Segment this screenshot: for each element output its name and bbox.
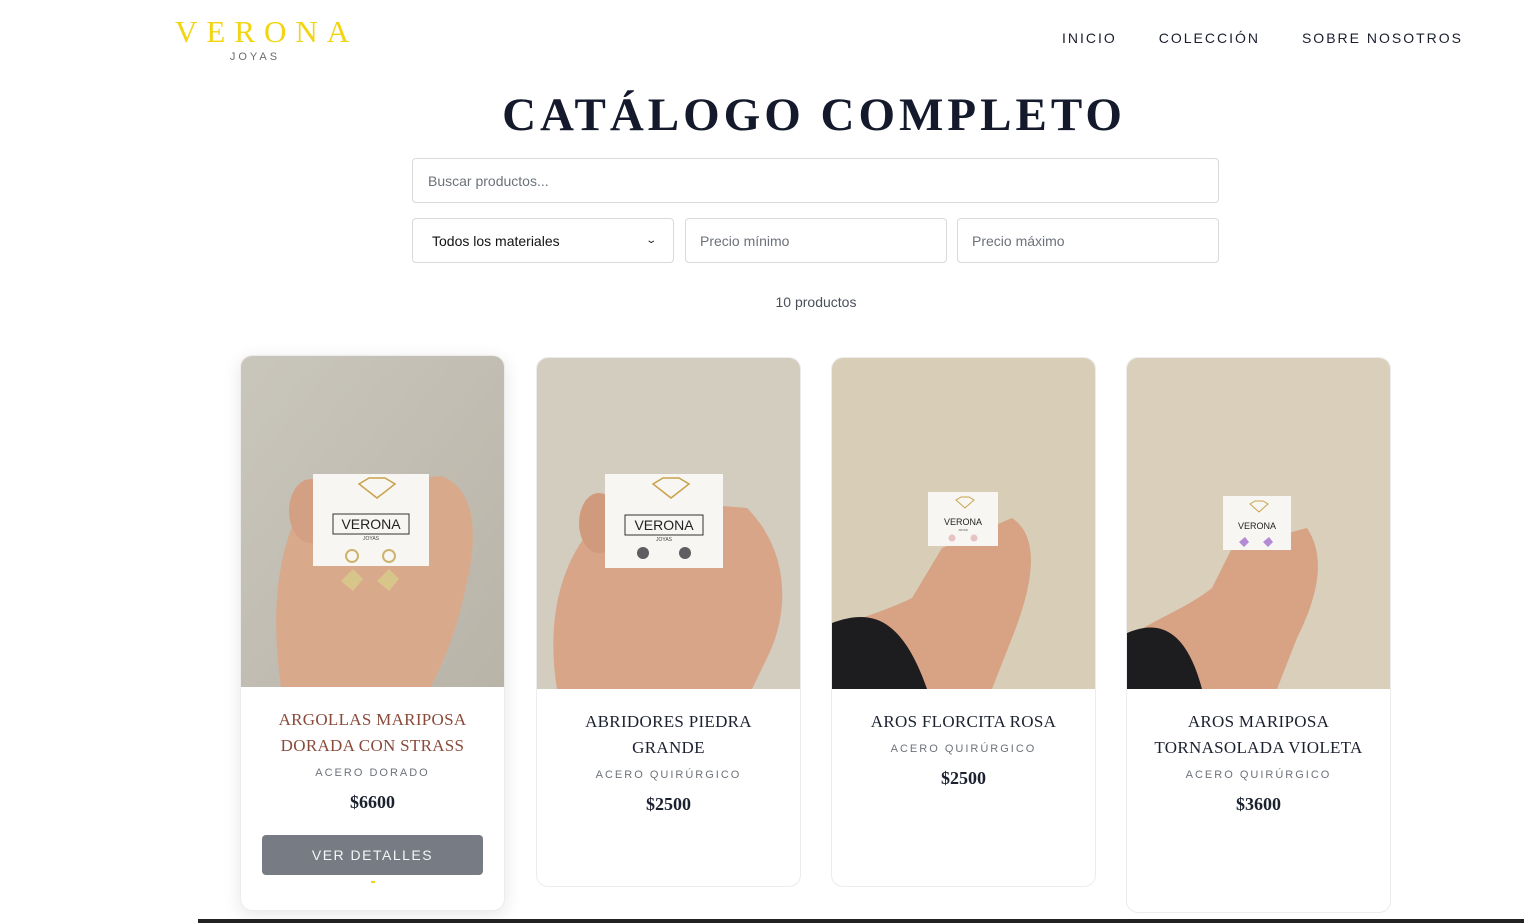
product-material: ACERO DORADO [315,767,430,779]
product-card[interactable]: VERONA JOYAS ABRIDORES PIEDRA GRANDE ACE… [536,357,801,887]
product-image[interactable]: VERONA JOYAS [832,358,1095,689]
product-material: ACERO QUIRÚRGICO [595,769,742,781]
product-material: ACERO QUIRÚRGICO [890,743,1037,755]
product-name[interactable]: AROS FLORCITA ROSA [852,709,1075,735]
view-details-button[interactable]: VER DETALLES [262,835,483,875]
nav-link-sobre-nosotros[interactable]: SOBRE NOSOTROS [1302,30,1463,46]
product-count: 10 productos [775,294,857,310]
product-name[interactable]: ARGOLLAS MARIPOSA DORADA CON STRASS [261,707,484,759]
material-select-value: Todos los materiales [432,232,560,249]
product-material: ACERO QUIRÚRGICO [1185,769,1332,781]
product-card[interactable]: VERONA AROS MARIPOSA TORNASOLADA VIOLETA… [1126,357,1391,913]
packaging-tagline-text: JOYAS [363,536,380,542]
product-card[interactable]: VERONA JOYAS AROS FLORCITA ROSA ACERO QU… [831,357,1096,887]
packaging-brand-text: VERONA [634,517,694,533]
main-nav: INICIO COLECCIÓN SOBRE NOSOTROS [1062,30,1463,46]
nav-link-coleccion[interactable]: COLECCIÓN [1159,30,1260,46]
product-price: $3600 [1236,794,1281,814]
accent-mark [370,881,375,883]
search-input[interactable] [412,158,1219,203]
packaging-brand-text: VERONA [341,516,401,532]
product-price: $2500 [941,768,986,788]
price-min-input[interactable] [685,218,947,263]
chevron-down-icon: ⌄ [644,235,657,246]
product-name[interactable]: ABRIDORES PIEDRA GRANDE [557,709,780,761]
product-price: $2500 [646,794,691,814]
product-name[interactable]: AROS MARIPOSA TORNASOLADA VIOLETA [1147,709,1370,761]
nav-link-inicio[interactable]: INICIO [1062,30,1117,46]
horizontal-scrollbar[interactable] [198,919,1524,923]
product-image[interactable]: VERONA JOYAS [241,356,504,687]
packaging-brand-text: VERONA [944,517,982,527]
product-image[interactable]: VERONA [1127,358,1390,689]
product-price: $6600 [350,792,395,812]
packaging-tagline-text: JOYAS [656,537,673,543]
logo-tagline: JOYAS [229,51,281,63]
logo-wordmark: VERONA [175,14,359,49]
price-max-input[interactable] [957,218,1219,263]
brand-logo[interactable]: VERONA JOYAS [166,14,359,64]
material-select[interactable]: Todos los materiales ⌄ [412,218,674,263]
page-title: CATÁLOGO COMPLETO [502,89,1126,141]
packaging-brand-text: VERONA [1238,521,1276,531]
packaging-tagline-text: JOYAS [958,528,968,532]
product-card[interactable]: VERONA JOYAS ARGOLLAS MARIPOSA DORADA CO… [240,355,505,911]
product-image[interactable]: VERONA JOYAS [537,358,800,689]
